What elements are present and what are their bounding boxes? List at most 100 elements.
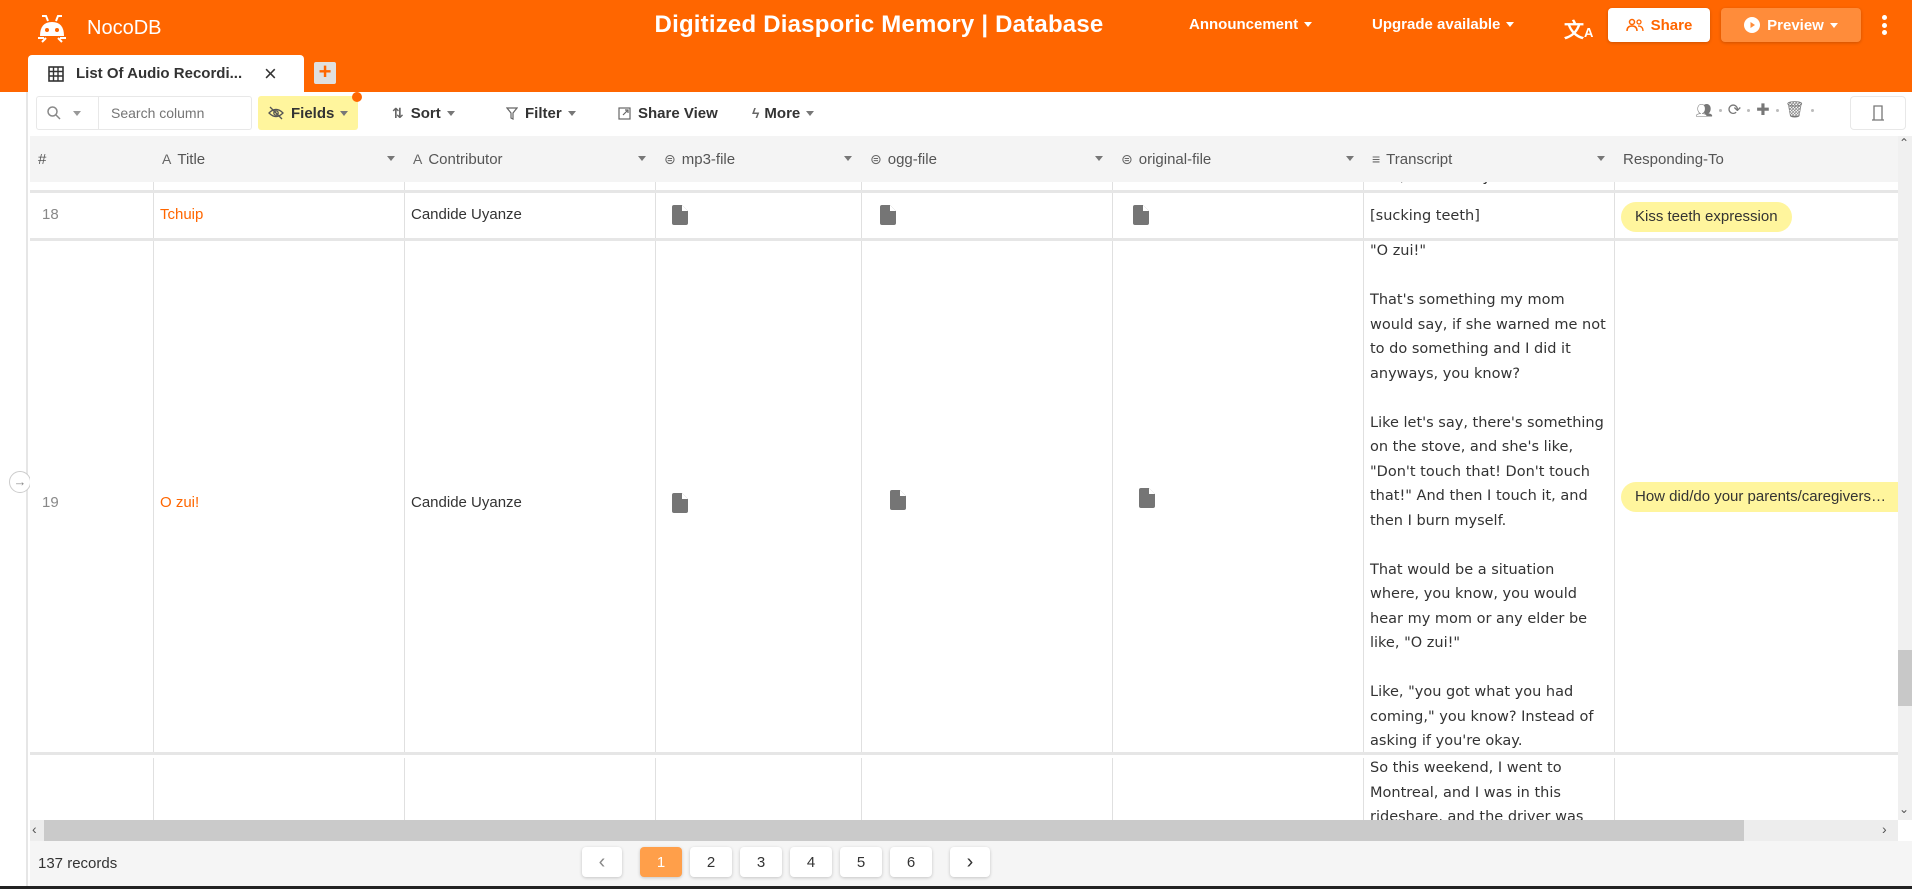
collaborators-icon[interactable]: 👥︎ — [1695, 102, 1713, 119]
translate-icon[interactable]: 文A — [1564, 14, 1593, 43]
vertical-scrollbar[interactable]: ⌃ ⌄ — [1898, 136, 1912, 820]
mp3-file-cell[interactable] — [656, 758, 862, 820]
file-icon[interactable] — [890, 490, 906, 510]
chevron-down-icon — [1829, 22, 1838, 28]
upgrade-menu[interactable]: Upgrade available — [1372, 16, 1515, 33]
column-header-original-file[interactable]: ⊜ original-file — [1113, 136, 1364, 182]
page-6-button[interactable]: 6 — [890, 847, 932, 877]
filter-label: Filter — [525, 104, 562, 122]
linked-record-chip[interactable]: How did/do your parents/caregivers/a... — [1621, 482, 1898, 512]
chevron-down-icon[interactable] — [844, 156, 852, 161]
app-name: NocoDB — [87, 16, 162, 39]
preview-button[interactable]: Preview — [1721, 8, 1861, 42]
grid-icon — [48, 65, 64, 82]
ogg-file-cell[interactable] — [862, 241, 1113, 752]
chevron-down-icon[interactable] — [1346, 156, 1354, 161]
more-options-icon[interactable] — [1878, 12, 1890, 38]
horizontal-scrollbar[interactable]: ‹ › — [30, 820, 1898, 841]
table-row[interactable]: So this weekend, I went to Montreal, and… — [30, 758, 1898, 820]
ogg-file-cell[interactable] — [862, 758, 1113, 820]
mp3-file-cell[interactable] — [656, 193, 862, 238]
prev-page-button[interactable]: ‹ — [582, 847, 622, 877]
chevron-down-icon[interactable] — [387, 156, 395, 161]
responding-to-cell[interactable]: Kiss teeth expression — [1615, 193, 1898, 238]
column-header-contributor[interactable]: A Contributor — [405, 136, 656, 182]
contributor-cell[interactable]: Candide Uyanze — [405, 241, 656, 752]
reload-icon[interactable]: ⟳ — [1728, 100, 1741, 120]
mp3-file-cell[interactable] — [656, 241, 862, 752]
delete-icon[interactable]: 🗑︎ — [1785, 100, 1805, 120]
filter-button[interactable]: Filter — [496, 96, 586, 130]
title-cell[interactable]: Tchuip — [154, 193, 405, 238]
linked-record-chip[interactable]: Kiss teeth expression — [1621, 202, 1792, 232]
ogg-file-cell[interactable] — [862, 193, 1113, 238]
tab-list-of-audio-recordings[interactable]: List Of Audio Recordi... × — [28, 55, 304, 92]
column-header-title[interactable]: A Title — [154, 136, 405, 182]
add-tab-button[interactable]: + — [314, 61, 336, 84]
scroll-right-icon[interactable]: › — [1882, 821, 1887, 837]
column-header-transcript[interactable]: ≡ Transcript — [1364, 136, 1615, 182]
sort-button[interactable]: ⇅ Sort — [382, 96, 465, 130]
row-number: 18 — [42, 206, 59, 223]
chevron-down-icon[interactable] — [1095, 156, 1103, 161]
column-search[interactable] — [36, 96, 252, 130]
search-field-selector[interactable] — [37, 97, 99, 129]
next-page-button[interactable]: › — [950, 847, 990, 877]
more-button[interactable]: ϟ More — [742, 96, 824, 130]
transcript-cell[interactable]: [sucking teeth] — [1364, 193, 1615, 238]
fields-button[interactable]: Fields — [258, 92, 363, 130]
add-row-icon[interactable]: ✚ — [1756, 100, 1769, 120]
responding-to-cell[interactable] — [1615, 758, 1898, 820]
vertical-scroll-thumb[interactable] — [1898, 650, 1912, 706]
close-icon[interactable]: × — [264, 61, 277, 87]
file-icon[interactable] — [672, 205, 688, 225]
file-icon[interactable] — [672, 493, 688, 513]
page-2-button[interactable]: 2 — [690, 847, 732, 877]
lightning-icon: ϟ — [752, 105, 760, 121]
scroll-left-icon[interactable]: ‹ — [32, 821, 37, 837]
scroll-up-icon[interactable]: ⌃ — [1899, 136, 1909, 150]
file-icon[interactable] — [880, 205, 896, 225]
top-bar: NocoDB Digitized Diasporic Memory | Data… — [0, 0, 1912, 92]
scroll-down-icon[interactable]: ⌄ — [1899, 802, 1909, 816]
search-input[interactable] — [99, 105, 249, 121]
original-file-cell[interactable] — [1113, 758, 1364, 820]
original-file-cell[interactable] — [1113, 241, 1364, 752]
contributor-cell[interactable] — [405, 758, 656, 820]
toggle-panel-button[interactable] — [1850, 96, 1906, 130]
transcript-cell[interactable]: "O zui!" That's something my mom would s… — [1364, 241, 1615, 752]
column-header-responding-to[interactable]: Responding-To — [1615, 136, 1898, 182]
column-label: Responding-To — [1623, 150, 1724, 168]
attachment-icon: ⊜ — [664, 150, 676, 167]
title-value[interactable]: Tchuip — [160, 206, 203, 223]
table-row[interactable]: 19 O zui! Candide Uyanze "O zui!" That's… — [30, 241, 1898, 755]
responding-to-cell[interactable]: How did/do your parents/caregivers/a... — [1615, 241, 1898, 752]
row-number-cell: 18 — [30, 193, 154, 238]
table-row[interactable]: 18 Tchuip Candide Uyanze [sucking teeth]… — [30, 193, 1898, 241]
page-5-button[interactable]: 5 — [840, 847, 882, 877]
transcript-cell[interactable]: So this weekend, I went to Montreal, and… — [1364, 758, 1615, 820]
chevron-down-icon — [73, 110, 81, 116]
title-cell[interactable] — [154, 758, 405, 820]
horizontal-scroll-thumb[interactable] — [44, 820, 1744, 841]
column-header-ogg-file[interactable]: ⊜ ogg-file — [862, 136, 1113, 182]
chevron-down-icon[interactable] — [638, 156, 646, 161]
transcript-text: "O zui!" That's something my mom would s… — [1370, 243, 1606, 749]
attachment-icon: ⊜ — [870, 150, 882, 167]
original-file-cell[interactable] — [1113, 193, 1364, 238]
file-icon[interactable] — [1133, 205, 1149, 225]
announcement-menu[interactable]: Announcement — [1189, 16, 1313, 33]
file-icon[interactable] — [1139, 488, 1155, 508]
title-value[interactable]: O zui! — [160, 494, 199, 511]
title-cell[interactable]: O zui! — [154, 241, 405, 752]
page-1-button[interactable]: 1 — [640, 847, 682, 877]
expand-sidebar-icon[interactable]: → — [9, 471, 31, 493]
page-3-button[interactable]: 3 — [740, 847, 782, 877]
nocodb-logo[interactable]: NocoDB — [34, 10, 161, 46]
page-4-button[interactable]: 4 — [790, 847, 832, 877]
column-header-mp3-file[interactable]: ⊜ mp3-file — [656, 136, 862, 182]
share-view-button[interactable]: Share View — [608, 96, 728, 130]
contributor-cell[interactable]: Candide Uyanze — [405, 193, 656, 238]
chevron-down-icon[interactable] — [1597, 156, 1605, 161]
share-button[interactable]: Share — [1608, 8, 1710, 42]
